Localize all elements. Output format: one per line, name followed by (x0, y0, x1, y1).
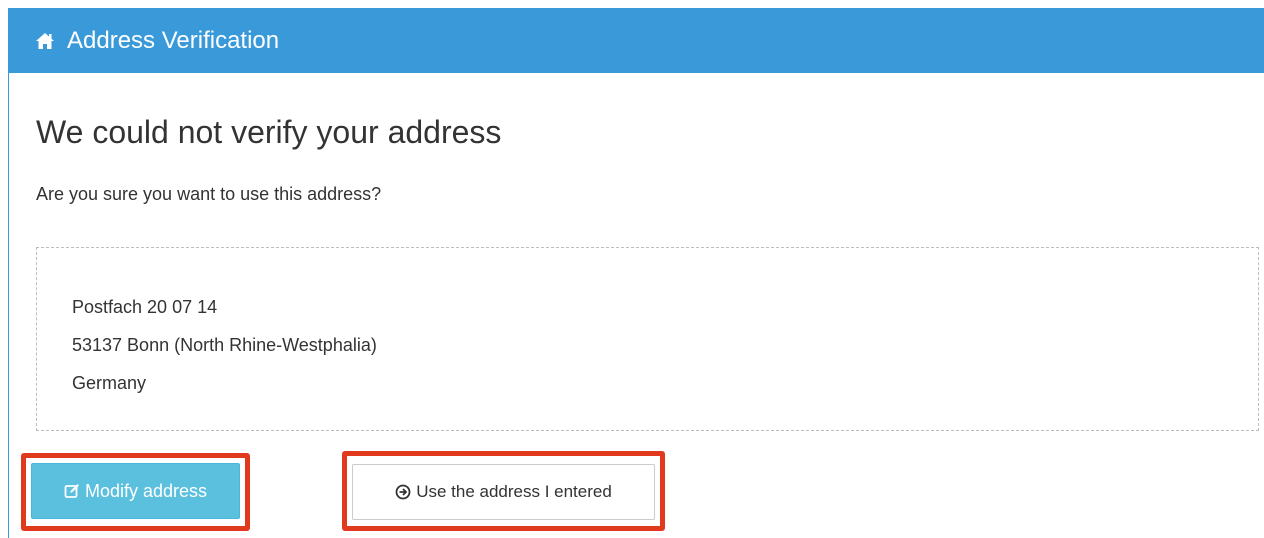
page-title: We could not verify your address (36, 114, 502, 150)
confirmation-question: Are you sure you want to use this addres… (36, 184, 382, 204)
address-line-city: 53137 Bonn (North Rhine-Westphalia) (72, 335, 377, 355)
modify-address-button[interactable]: Modify address (31, 463, 240, 519)
modify-address-label: Modify address (84, 480, 208, 501)
address-line-street: Postfach 20 07 14 (72, 297, 218, 317)
verification-panel: Address Verification We could not verify… (8, 8, 1264, 538)
home-icon (35, 32, 55, 50)
edit-icon (64, 483, 80, 499)
address-card: Postfach 20 07 14 53137 Bonn (North Rhin… (36, 247, 1259, 431)
panel-header: Address Verification (9, 8, 1264, 73)
circle-arrow-right-icon (395, 484, 411, 500)
use-entered-address-button[interactable]: Use the address I entered (352, 464, 655, 520)
panel-title: Address Verification (67, 26, 280, 54)
address-line-country: Germany (72, 373, 147, 393)
use-entered-address-label: Use the address I entered (416, 482, 612, 501)
